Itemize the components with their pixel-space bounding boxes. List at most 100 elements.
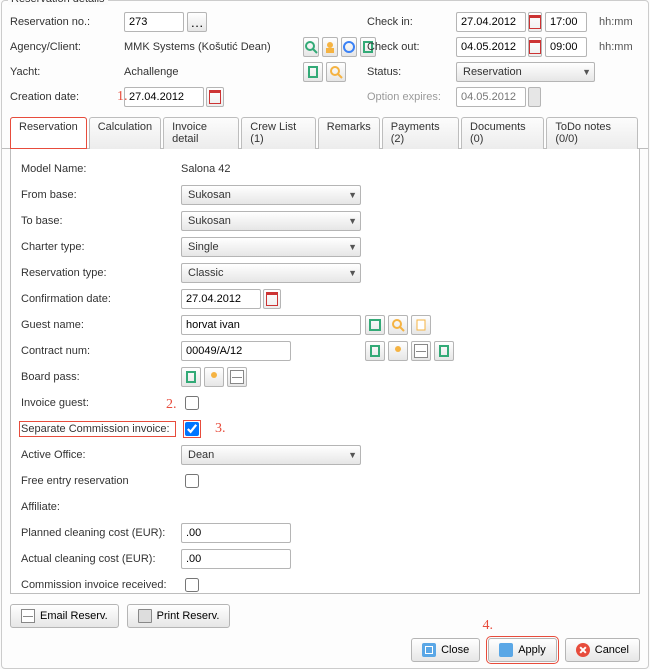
to-base-dropdown[interactable]: Sukosan▼ bbox=[181, 211, 361, 231]
label-free-entry: Free entry reservation bbox=[21, 475, 181, 487]
header-grid: Reservation no.: … Check in: hh:mm Agenc… bbox=[2, 1, 648, 112]
contract-user-button[interactable] bbox=[388, 341, 408, 361]
label-board-pass: Board pass: bbox=[21, 371, 181, 383]
boardpass-user-button[interactable] bbox=[204, 367, 224, 387]
user-icon bbox=[323, 40, 337, 54]
label-comm-inv-recv: Commission invoice received: bbox=[21, 579, 181, 591]
planned-clean-field[interactable] bbox=[181, 523, 291, 543]
chevron-down-icon: ▼ bbox=[348, 450, 357, 460]
label-contract-num: Contract num: bbox=[21, 345, 181, 357]
tab-invoice-detail[interactable]: Invoice detail bbox=[163, 117, 239, 149]
charter-type-dropdown[interactable]: Single▼ bbox=[181, 237, 361, 257]
invoice-guest-checkbox[interactable] bbox=[185, 396, 199, 410]
cancel-label: Cancel bbox=[595, 644, 629, 656]
sheet-icon bbox=[306, 65, 320, 79]
active-office-dropdown[interactable]: Dean ▼ bbox=[181, 445, 361, 465]
tab-documents[interactable]: Documents (0) bbox=[461, 117, 544, 149]
tab-calculation[interactable]: Calculation bbox=[89, 117, 161, 149]
guest-search-button[interactable] bbox=[388, 315, 408, 335]
boardpass-mail-button[interactable] bbox=[227, 367, 247, 387]
close-button[interactable]: Close bbox=[411, 638, 480, 662]
actual-clean-field[interactable] bbox=[181, 549, 291, 569]
calendar-icon[interactable] bbox=[206, 87, 224, 107]
sheet-icon bbox=[437, 344, 451, 358]
footer-actions: 4. Close Apply Cancel bbox=[2, 634, 648, 668]
tab-payments[interactable]: Payments (2) bbox=[382, 117, 459, 149]
chevron-down-icon: ▼ bbox=[348, 268, 357, 278]
edit-icon bbox=[414, 318, 428, 332]
footer-row-1: Email Reserv. Print Reserv. bbox=[2, 600, 648, 634]
label-confirmation-date: Confirmation date: bbox=[21, 293, 181, 305]
label-invoice-guest: Invoice guest: bbox=[21, 397, 181, 409]
yacht-sheet-button[interactable] bbox=[303, 62, 323, 82]
tab-reservation[interactable]: Reservation bbox=[10, 117, 87, 149]
label-separate-commission-invoice: Separate Commission invoice: bbox=[21, 423, 174, 435]
agency-client-value: MMK Systems (Košutić Dean) bbox=[124, 41, 271, 53]
check-out-date-field[interactable] bbox=[456, 37, 526, 57]
label-from-base: From base: bbox=[21, 189, 181, 201]
label-affiliate: Affiliate: bbox=[21, 501, 181, 513]
status-dropdown[interactable]: Reservation ▼ bbox=[456, 62, 595, 82]
user-add-icon bbox=[368, 318, 382, 332]
from-base-dropdown[interactable]: Sukosan ▼ bbox=[181, 185, 361, 205]
option-expires-field bbox=[456, 87, 526, 107]
search-icon bbox=[329, 65, 343, 79]
active-office-value: Dean bbox=[188, 449, 214, 461]
lookup-reservation-button[interactable]: … bbox=[187, 12, 207, 32]
doc-icon bbox=[368, 344, 382, 358]
label-active-office: Active Office: bbox=[21, 449, 181, 461]
calendar-icon[interactable] bbox=[263, 289, 281, 309]
label-check-out: Check out: bbox=[367, 41, 452, 53]
comm-inv-recv-checkbox[interactable] bbox=[185, 578, 199, 592]
tab-todo-notes[interactable]: ToDo notes (0/0) bbox=[546, 117, 638, 149]
chevron-down-icon: ▼ bbox=[348, 190, 357, 200]
guest-edit-button[interactable] bbox=[411, 315, 431, 335]
tab-remarks[interactable]: Remarks bbox=[318, 117, 380, 149]
globe-icon bbox=[342, 40, 356, 54]
to-base-value: Sukosan bbox=[188, 215, 231, 227]
check-in-time-field[interactable] bbox=[545, 12, 587, 32]
chevron-down-icon: ▼ bbox=[348, 242, 357, 252]
label-to-base: To base: bbox=[21, 215, 181, 227]
contract-num-field[interactable] bbox=[181, 341, 291, 361]
check-out-time-field[interactable] bbox=[545, 37, 587, 57]
check-in-date-field[interactable] bbox=[456, 12, 526, 32]
contract-gen-button[interactable] bbox=[365, 341, 385, 361]
ellipsis-icon: … bbox=[190, 15, 203, 30]
cancel-button[interactable]: Cancel bbox=[565, 638, 640, 662]
boardpass-gen-button[interactable] bbox=[181, 367, 201, 387]
guest-name-field[interactable] bbox=[181, 315, 361, 335]
contract-mail-button[interactable] bbox=[411, 341, 431, 361]
tab-crew-list[interactable]: Crew List (1) bbox=[241, 117, 315, 149]
calendar-icon[interactable] bbox=[528, 12, 542, 32]
confirmation-date-field[interactable] bbox=[181, 289, 261, 309]
apply-button[interactable]: Apply bbox=[488, 638, 557, 662]
reservation-tab-body: Model Name: Salona 42 From base: Sukosan… bbox=[10, 149, 640, 594]
mail-icon bbox=[230, 370, 244, 384]
agency-view-button[interactable] bbox=[322, 37, 338, 57]
print-reservation-button[interactable]: Print Reserv. bbox=[127, 604, 231, 628]
agency-globe-button[interactable] bbox=[341, 37, 357, 57]
contract-sheet-button[interactable] bbox=[434, 341, 454, 361]
reservation-type-dropdown[interactable]: Classic ▼ bbox=[181, 263, 361, 283]
yacht-search-button[interactable] bbox=[326, 62, 346, 82]
reservation-type-value: Classic bbox=[188, 267, 223, 279]
guest-add-button[interactable] bbox=[365, 315, 385, 335]
label-agency-client: Agency/Client: bbox=[10, 41, 120, 53]
doc-icon bbox=[184, 370, 198, 384]
calendar-icon[interactable] bbox=[528, 37, 542, 57]
calendar-disabled-icon bbox=[528, 87, 541, 107]
reservation-no-field[interactable] bbox=[124, 12, 184, 32]
email-reservation-label: Email Reserv. bbox=[40, 610, 108, 622]
separate-commission-invoice-checkbox[interactable] bbox=[185, 422, 199, 436]
hhmm-label: hh:mm bbox=[599, 41, 629, 53]
agency-search-button[interactable] bbox=[303, 37, 319, 57]
free-entry-checkbox[interactable] bbox=[185, 474, 199, 488]
search-icon bbox=[304, 40, 318, 54]
creation-date-field[interactable] bbox=[124, 87, 204, 107]
reservation-details-panel: Reservation details Reservation no.: … C… bbox=[1, 0, 649, 669]
apply-icon bbox=[499, 643, 513, 657]
email-reservation-button[interactable]: Email Reserv. bbox=[10, 604, 119, 628]
label-reservation-no: Reservation no.: bbox=[10, 16, 120, 28]
from-base-value: Sukosan bbox=[188, 189, 231, 201]
